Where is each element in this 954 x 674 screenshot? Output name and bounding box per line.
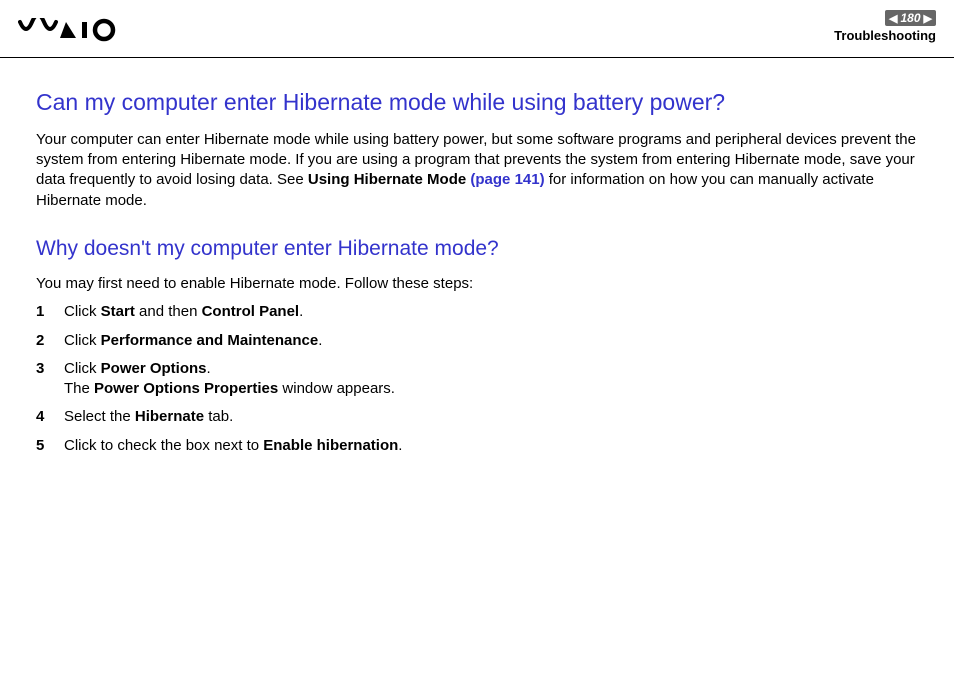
page-navigation[interactable]: ◀ 180 ▶ (885, 10, 936, 26)
next-page-arrow-icon[interactable]: ▶ (924, 12, 932, 25)
vaio-logo-svg (18, 18, 128, 42)
step-5: Click to check the box next to Enable hi… (36, 436, 918, 456)
text-run: . (299, 303, 303, 320)
hibernate-tab-label: Hibernate (135, 408, 204, 425)
enable-hibernation-label: Enable hibernation (263, 437, 398, 454)
text-run: window appears. (278, 380, 395, 397)
text-run: Click (64, 332, 101, 349)
text-run: Click (64, 360, 101, 377)
step-3: Click Power Options. The Power Options P… (36, 359, 918, 400)
question-2-heading: Why doesn't my computer enter Hibernate … (36, 235, 918, 262)
step-2: Click Performance and Maintenance. (36, 331, 918, 351)
steps-list: Click Start and then Control Panel. Clic… (36, 302, 918, 456)
text-run: tab. (204, 408, 233, 425)
page-ref-link[interactable]: (page 141) (470, 171, 544, 188)
text-run: . (318, 332, 322, 349)
header-right: ◀ 180 ▶ Troubleshooting (834, 10, 936, 43)
prev-page-arrow-icon[interactable]: ◀ (889, 12, 897, 25)
vaio-logo (18, 18, 128, 47)
power-options-props-label: Power Options Properties (94, 380, 278, 397)
text-run: The (64, 380, 94, 397)
text-run: . (207, 360, 211, 377)
perf-maint-label: Performance and Maintenance (101, 332, 319, 349)
page-number: 180 (901, 11, 921, 25)
control-panel-label: Control Panel (202, 303, 300, 320)
question-1-heading: Can my computer enter Hibernate mode whi… (36, 88, 918, 118)
answer-1-paragraph: Your computer can enter Hibernate mode w… (36, 130, 918, 211)
answer-2-intro: You may first need to enable Hibernate m… (36, 274, 918, 294)
section-label: Troubleshooting (834, 28, 936, 43)
step-3-sub: The Power Options Properties window appe… (64, 379, 918, 399)
page-header: ◀ 180 ▶ Troubleshooting (0, 0, 954, 58)
text-run: Click (64, 303, 101, 320)
text-run: and then (135, 303, 202, 320)
power-options-label: Power Options (101, 360, 207, 377)
start-label: Start (101, 303, 135, 320)
step-4: Select the Hibernate tab. (36, 407, 918, 427)
text-run: Select the (64, 408, 135, 425)
page-content: Can my computer enter Hibernate mode whi… (0, 58, 954, 484)
text-run: Click to check the box next to (64, 437, 263, 454)
hibernate-mode-ref: Using Hibernate Mode (308, 171, 471, 188)
step-1: Click Start and then Control Panel. (36, 302, 918, 322)
text-run: . (398, 437, 402, 454)
